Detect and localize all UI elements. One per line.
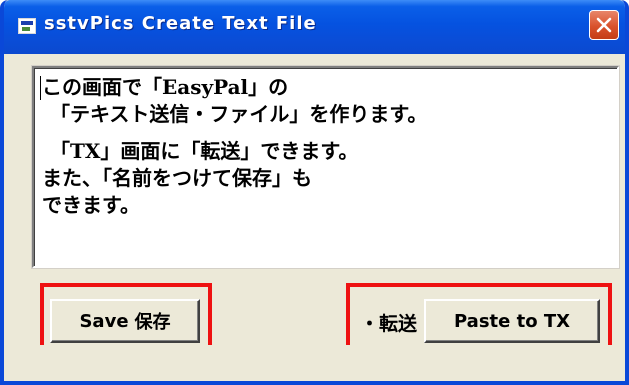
text-line: 「TX」画面に「転送」できます。 (50, 139, 359, 163)
paste-to-tx-button[interactable]: Paste to TX (424, 299, 600, 343)
text-line: 「テキスト送信・ファイル」を作ります。 (50, 102, 428, 126)
transfer-label: ・転送 (360, 313, 418, 335)
paste-button-label: Paste to TX (453, 310, 571, 332)
window-title: sstvPics Create Text File (44, 13, 317, 34)
dialog-window: sstvPics Create Text File この画面で「EasyPal」… (0, 0, 629, 385)
title-bar[interactable]: sstvPics Create Text File (4, 0, 625, 54)
close-icon (596, 17, 612, 33)
text-line: できます。 (42, 193, 140, 217)
text-line: また、「名前をつけて保存」も (42, 166, 312, 190)
text-caret (40, 76, 41, 100)
save-button-label-en: Save (79, 310, 129, 332)
app-icon (18, 18, 36, 34)
save-button[interactable]: Save 保存 (50, 299, 200, 343)
close-button[interactable] (589, 10, 619, 40)
save-button-label-jp: 保存 (134, 312, 171, 333)
text-line: この画面で「EasyPal」の (42, 75, 289, 99)
text-editor[interactable]: この画面で「EasyPal」の 「テキスト送信・ファイル」を作ります。 「TX」… (32, 66, 619, 268)
